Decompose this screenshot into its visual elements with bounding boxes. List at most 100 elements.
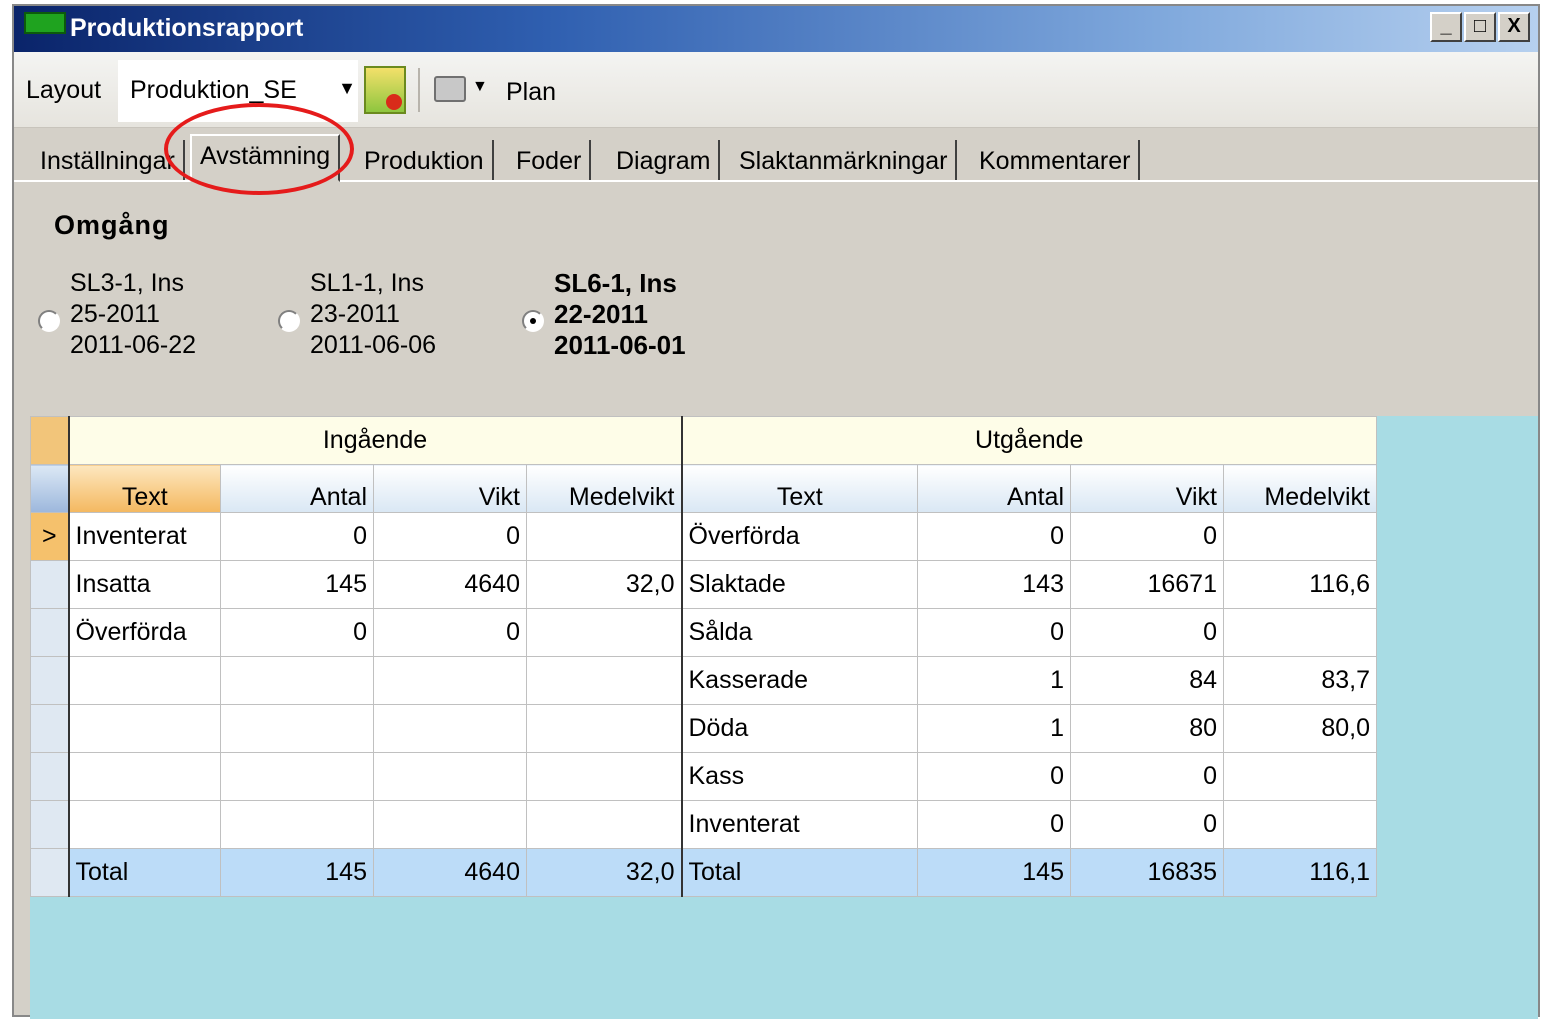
- cell-medelvikt-out[interactable]: 116,6: [1223, 560, 1377, 609]
- current-row-indicator[interactable]: >: [30, 512, 70, 561]
- cell-vikt-in[interactable]: [373, 656, 527, 705]
- tab-slaktanmarkningar[interactable]: Slaktanmärkningar: [731, 140, 958, 182]
- cell-medelvikt-in[interactable]: [526, 512, 682, 561]
- cell-vikt-out[interactable]: 80: [1070, 704, 1224, 753]
- cell-medelvikt-out[interactable]: [1223, 752, 1377, 801]
- column-header-text-in[interactable]: Text: [68, 464, 221, 513]
- table-row[interactable]: Inventerat 0 0: [30, 800, 1377, 849]
- tab-produktion[interactable]: Produktion: [356, 140, 494, 182]
- table-row[interactable]: Kass 0 0: [30, 752, 1377, 801]
- cell-text-in[interactable]: Överförda: [68, 608, 221, 657]
- grid-corner[interactable]: [30, 416, 70, 465]
- title-bar[interactable]: Produktionsrapport _ □ X: [14, 6, 1538, 52]
- minimize-button[interactable]: _: [1430, 12, 1462, 42]
- row-selector[interactable]: [30, 560, 70, 609]
- cell-text-in[interactable]: [68, 752, 221, 801]
- cell-vikt-in[interactable]: [373, 704, 527, 753]
- table-row[interactable]: Kasserade 1 84 83,7: [30, 656, 1377, 705]
- row-selector[interactable]: [30, 704, 70, 753]
- column-header-vikt-out[interactable]: Vikt: [1070, 464, 1224, 513]
- plan-button[interactable]: Plan: [506, 78, 556, 107]
- cell-antal-out[interactable]: 1: [917, 656, 1071, 705]
- cell-vikt-in[interactable]: [373, 800, 527, 849]
- cell-antal-in[interactable]: [220, 752, 374, 801]
- cell-antal-out[interactable]: 0: [917, 800, 1071, 849]
- table-row[interactable]: > Inventerat 0 0 Överförda 0 0: [30, 512, 1377, 561]
- total-row[interactable]: Total 145 4640 32,0 Total 145 16835 116,1: [30, 848, 1377, 897]
- tab-installningar[interactable]: Inställningar: [32, 140, 185, 182]
- cell-text-out[interactable]: Slaktade: [680, 560, 918, 609]
- row-selector[interactable]: [30, 608, 70, 657]
- column-header-text-out[interactable]: Text: [680, 464, 918, 513]
- column-header-antal-in[interactable]: Antal: [220, 464, 374, 513]
- cell-antal-out[interactable]: 0: [917, 752, 1071, 801]
- tab-foder[interactable]: Foder: [508, 140, 592, 182]
- cell-antal-out[interactable]: 1: [917, 704, 1071, 753]
- select-all-cell[interactable]: [30, 464, 70, 513]
- cell-medelvikt-in[interactable]: [526, 752, 682, 801]
- report-settings-icon[interactable]: [364, 66, 406, 114]
- cell-text-out[interactable]: Överförda: [680, 512, 918, 561]
- table-row[interactable]: Insatta 145 4640 32,0 Slaktade 143 16671 116,6: [30, 560, 1377, 609]
- maximize-button[interactable]: □: [1464, 12, 1496, 42]
- tab-diagram[interactable]: Diagram: [608, 140, 721, 182]
- cell-vikt-out[interactable]: 84: [1070, 656, 1224, 705]
- print-dropdown-arrow-icon[interactable]: ▼: [472, 78, 488, 96]
- cell-antal-in[interactable]: [220, 800, 374, 849]
- cell-text-in[interactable]: [68, 656, 221, 705]
- table-row[interactable]: Överförda 0 0 Sålda 0 0: [30, 608, 1377, 657]
- cell-vikt-out[interactable]: 0: [1070, 800, 1224, 849]
- cell-antal-in[interactable]: 0: [220, 512, 374, 561]
- cell-antal-out[interactable]: 143: [917, 560, 1071, 609]
- cell-medelvikt-in[interactable]: [526, 608, 682, 657]
- cell-medelvikt-out[interactable]: [1223, 512, 1377, 561]
- cell-medelvikt-out[interactable]: [1223, 800, 1377, 849]
- radio-button[interactable]: [278, 310, 300, 332]
- column-header-vikt-in[interactable]: Vikt: [373, 464, 527, 513]
- cell-medelvikt-out[interactable]: [1223, 608, 1377, 657]
- row-selector[interactable]: [30, 848, 70, 897]
- cell-text-out[interactable]: Döda: [680, 704, 918, 753]
- cell-vikt-out[interactable]: 0: [1070, 752, 1224, 801]
- cell-antal-out[interactable]: 0: [917, 512, 1071, 561]
- cell-vikt-out[interactable]: 16671: [1070, 560, 1224, 609]
- close-button[interactable]: X: [1498, 12, 1530, 42]
- column-header-medelvikt-in[interactable]: Medelvikt: [526, 464, 682, 513]
- cell-text-in[interactable]: [68, 704, 221, 753]
- cell-text-out[interactable]: Sålda: [680, 608, 918, 657]
- cell-antal-in[interactable]: [220, 704, 374, 753]
- cell-medelvikt-in[interactable]: [526, 800, 682, 849]
- cell-medelvikt-in[interactable]: [526, 704, 682, 753]
- cell-text-in[interactable]: [68, 800, 221, 849]
- option-date: 2011-06-01: [554, 330, 686, 360]
- radio-button-selected[interactable]: [522, 310, 544, 332]
- cell-vikt-in[interactable]: 0: [373, 512, 527, 561]
- cell-antal-in[interactable]: 0: [220, 608, 374, 657]
- cell-medelvikt-out[interactable]: 80,0: [1223, 704, 1377, 753]
- cell-medelvikt-out[interactable]: 83,7: [1223, 656, 1377, 705]
- tab-kommentarer[interactable]: Kommentarer: [971, 140, 1141, 182]
- row-selector[interactable]: [30, 656, 70, 705]
- cell-vikt-in[interactable]: 0: [373, 608, 527, 657]
- cell-antal-out[interactable]: 0: [917, 608, 1071, 657]
- cell-vikt-in[interactable]: [373, 752, 527, 801]
- cell-text-out[interactable]: Inventerat: [680, 800, 918, 849]
- cell-vikt-out[interactable]: 0: [1070, 608, 1224, 657]
- cell-medelvikt-in[interactable]: [526, 656, 682, 705]
- table-row[interactable]: Döda 1 80 80,0: [30, 704, 1377, 753]
- cell-vikt-in[interactable]: 4640: [373, 560, 527, 609]
- cell-medelvikt-in[interactable]: 32,0: [526, 560, 682, 609]
- cell-antal-in[interactable]: 145: [220, 560, 374, 609]
- row-selector[interactable]: [30, 800, 70, 849]
- cell-vikt-out[interactable]: 0: [1070, 512, 1224, 561]
- cell-antal-in[interactable]: [220, 656, 374, 705]
- cell-text-in[interactable]: Insatta: [68, 560, 221, 609]
- row-selector[interactable]: [30, 752, 70, 801]
- radio-button[interactable]: [38, 310, 60, 332]
- column-header-medelvikt-out[interactable]: Medelvikt: [1223, 464, 1377, 513]
- cell-text-out[interactable]: Kass: [680, 752, 918, 801]
- printer-icon[interactable]: [434, 76, 466, 102]
- cell-text-out[interactable]: Kasserade: [680, 656, 918, 705]
- cell-text-in[interactable]: Inventerat: [68, 512, 221, 561]
- column-header-antal-out[interactable]: Antal: [917, 464, 1071, 513]
